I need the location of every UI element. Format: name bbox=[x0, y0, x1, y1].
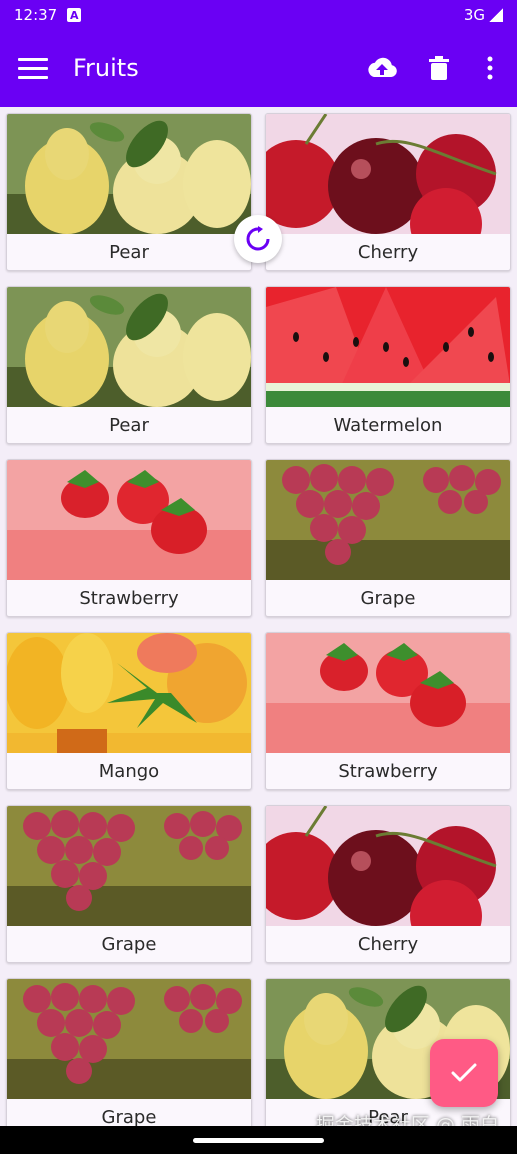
strawberry-image bbox=[7, 460, 251, 580]
grape-image bbox=[266, 460, 510, 580]
fruit-card[interactable]: Mango bbox=[6, 632, 252, 790]
check-icon bbox=[451, 1063, 477, 1082]
fruit-label: Watermelon bbox=[333, 414, 443, 436]
fruit-label: Cherry bbox=[357, 933, 419, 955]
grape-image bbox=[7, 806, 251, 926]
fruit-label: Mango bbox=[98, 760, 160, 782]
app-toolbar: Fruits bbox=[0, 30, 517, 107]
cherry-image bbox=[266, 806, 510, 926]
home-handle[interactable] bbox=[193, 1138, 324, 1143]
fruit-label: Pear bbox=[109, 241, 149, 263]
status-time: 12:37 bbox=[14, 6, 58, 24]
fruit-label: Pear bbox=[109, 414, 149, 436]
fruit-card[interactable]: Cherry bbox=[265, 113, 511, 271]
system-nav-bar bbox=[0, 1126, 517, 1154]
fruit-label: Grape bbox=[101, 933, 157, 955]
fruit-card[interactable]: Strawberry bbox=[6, 459, 252, 617]
refresh-indicator bbox=[234, 215, 282, 263]
fruit-card[interactable]: Grape bbox=[6, 978, 252, 1136]
watermelon-image bbox=[266, 287, 510, 407]
fruit-label: Cherry bbox=[357, 241, 419, 263]
status-network: 3G bbox=[463, 6, 485, 24]
status-notification-icon: A bbox=[67, 8, 82, 22]
fruit-card[interactable]: Grape bbox=[6, 805, 252, 963]
refresh-icon bbox=[246, 226, 270, 251]
delete-icon[interactable] bbox=[429, 56, 449, 80]
page-title: Fruits bbox=[73, 54, 139, 82]
pear-image bbox=[7, 114, 251, 234]
fruit-card[interactable]: Grape bbox=[265, 459, 511, 617]
menu-icon[interactable] bbox=[18, 58, 48, 80]
fruit-card[interactable]: Strawberry bbox=[265, 632, 511, 790]
pear-image bbox=[7, 287, 251, 407]
fruit-grid: Pear Cherry Pear Watermelon Strawberry G… bbox=[6, 113, 511, 1136]
fruit-label: Strawberry bbox=[79, 587, 179, 609]
grape-image bbox=[7, 979, 251, 1099]
upload-icon[interactable] bbox=[366, 56, 398, 80]
status-bar: 12:37 A 3G bbox=[0, 0, 517, 30]
confirm-fab-button[interactable] bbox=[430, 1039, 498, 1107]
fruit-label: Strawberry bbox=[338, 760, 438, 782]
fruit-card[interactable]: Pear bbox=[6, 286, 252, 444]
more-icon[interactable] bbox=[482, 56, 498, 80]
cherry-image bbox=[266, 114, 510, 234]
fruit-label: Grape bbox=[360, 587, 416, 609]
signal-icon bbox=[489, 8, 503, 22]
mango-image bbox=[7, 633, 251, 753]
fruit-card[interactable]: Watermelon bbox=[265, 286, 511, 444]
fruit-card[interactable]: Cherry bbox=[265, 805, 511, 963]
strawberry-image bbox=[266, 633, 510, 753]
fruit-card[interactable]: Pear bbox=[6, 113, 252, 271]
